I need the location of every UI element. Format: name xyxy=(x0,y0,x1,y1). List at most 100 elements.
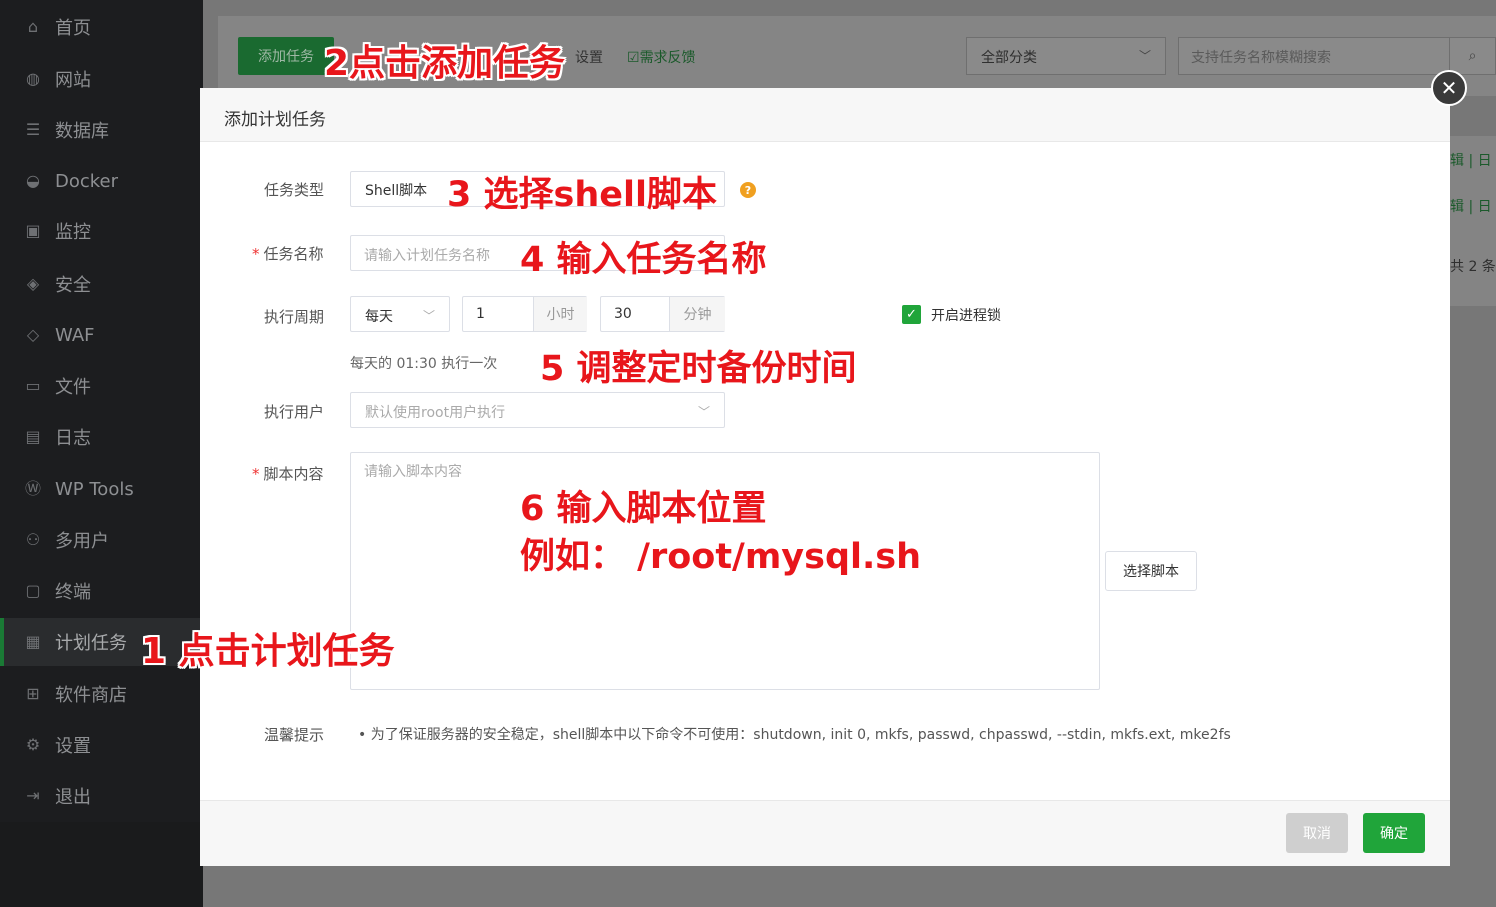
cycle-select[interactable]: 每天 ﹀ xyxy=(350,296,450,332)
annotation-step-6: 6 输入脚本位置 xyxy=(520,489,767,529)
log-icon: ▤ xyxy=(25,427,41,446)
chevron-down-icon: ﹀ xyxy=(697,405,710,419)
sidebar-item-website[interactable]: ◍ 网站 xyxy=(0,55,203,103)
annotation-step-4: 4 输入任务名称 xyxy=(520,240,767,280)
dialog-title: 添加计划任务 xyxy=(200,88,1450,142)
minute-input[interactable]: 30 分钟 xyxy=(600,296,725,332)
sidebar-footer xyxy=(0,822,203,907)
sidebar-item-security[interactable]: ◈ 安全 xyxy=(0,260,203,308)
sidebar-item-files[interactable]: ▭ 文件 xyxy=(0,362,203,410)
sidebar-item-label: WP Tools xyxy=(55,478,134,500)
cycle-select-value: 每天 xyxy=(365,309,393,325)
add-task-button[interactable]: 添加任务 xyxy=(238,37,334,75)
sidebar-item-label: 设置 xyxy=(55,736,91,757)
required-mark: * xyxy=(252,465,260,483)
sidebar-item-label: Docker xyxy=(55,170,119,192)
script-label: * 脚本内容 xyxy=(252,463,324,484)
globe-icon: ◍ xyxy=(26,69,40,88)
chevron-down-icon: ﹀ xyxy=(1138,49,1151,63)
required-mark: * xyxy=(252,245,260,263)
users-icon: ⚇ xyxy=(25,530,41,549)
sidebar-item-label: 计划任务 xyxy=(55,633,127,654)
task-type-label: 任务类型 xyxy=(264,181,325,199)
sidebar-item-waf[interactable]: ◇ WAF xyxy=(0,311,203,359)
sidebar-item-label: WAF xyxy=(55,324,95,346)
cycle-hint: 每天的 01:30 执行一次 xyxy=(350,356,498,372)
task-type-value: Shell脚本 xyxy=(365,183,428,199)
sidebar-item-database[interactable]: ☰ 数据库 xyxy=(0,106,203,154)
annotation-step-3: 3 选择shell脚本 xyxy=(447,175,718,215)
edit-link[interactable]: 辑 xyxy=(1450,199,1464,215)
process-lock-checkbox[interactable]: ✓ xyxy=(902,305,921,324)
script-label-text: 脚本内容 xyxy=(263,465,324,483)
sidebar-item-monitor[interactable]: ▣ 监控 xyxy=(0,207,203,255)
minute-suffix: 分钟 xyxy=(669,297,725,331)
hour-value: 1 xyxy=(476,306,485,322)
shield-icon: ◈ xyxy=(26,274,40,293)
sidebar-item-home[interactable]: ⌂ 首页 xyxy=(0,3,203,51)
task-name-label: * 任务名称 xyxy=(252,243,324,264)
hour-suffix: 小时 xyxy=(533,297,587,331)
settings-link[interactable]: 设置 xyxy=(575,47,603,67)
table-row: 辑 | 日 xyxy=(1450,199,1492,215)
user-select[interactable]: 默认使用root用户执行 ﹀ xyxy=(350,392,725,428)
wordpress-icon: Ⓦ xyxy=(24,479,41,498)
annotation-step-2: 2点击添加任务 xyxy=(324,43,566,84)
cancel-button[interactable]: 取消 xyxy=(1286,813,1348,853)
annotation-step-6-example: 例如： /root/mysql.sh xyxy=(520,537,922,577)
sidebar: ⌂ 首页 ◍ 网站 ☰ 数据库 ◒ Docker ▣ 监控 ◈ 安全 ◇ WAF ▭ 文件 ▤ 日… xyxy=(0,0,203,907)
process-lock-label: 开启进程锁 xyxy=(931,308,1001,324)
sidebar-item-terminal[interactable]: ▢ 终端 xyxy=(0,567,203,615)
choose-script-button[interactable]: 选择脚本 xyxy=(1105,551,1197,591)
pagination-total: 共 2 条 xyxy=(1450,259,1496,275)
home-icon: ⌂ xyxy=(27,17,39,36)
sidebar-item-docker[interactable]: ◒ Docker xyxy=(0,157,203,205)
search-icon[interactable]: ⌕ xyxy=(1449,38,1495,74)
apps-icon: ⊞ xyxy=(26,684,40,703)
cycle-label: 执行周期 xyxy=(264,308,325,326)
log-link[interactable]: 日 xyxy=(1478,199,1492,215)
sidebar-item-label: 退出 xyxy=(55,787,91,808)
category-select[interactable]: 全部分类 ﹀ xyxy=(966,37,1166,75)
sidebar-item-label: 数据库 xyxy=(55,121,109,142)
sidebar-item-label: 文件 xyxy=(55,377,91,398)
task-name-placeholder: 请输入计划任务名称 xyxy=(364,248,490,264)
tips-text: 为了保证服务器的安全稳定，shell脚本中以下命令不可使用：shutdown, … xyxy=(370,727,1231,743)
logout-icon: ⇥ xyxy=(26,786,40,805)
sidebar-item-label: 终端 xyxy=(55,582,91,603)
help-icon[interactable]: ? xyxy=(740,182,756,198)
user-label: 执行用户 xyxy=(264,403,325,421)
feedback-label: 需求反馈 xyxy=(639,50,696,66)
edit-link[interactable]: 辑 xyxy=(1450,153,1464,169)
database-icon: ☰ xyxy=(25,120,41,139)
sidebar-item-label: 多用户 xyxy=(55,531,109,552)
sidebar-item-logs[interactable]: ▤ 日志 xyxy=(0,413,203,461)
search-placeholder: 支持任务名称模糊搜索 xyxy=(1191,50,1331,66)
sidebar-item-logout[interactable]: ⇥ 退出 xyxy=(0,772,203,820)
feedback-link[interactable]: ☑需求反馈 xyxy=(627,47,696,67)
sidebar-item-label: 首页 xyxy=(55,18,91,39)
sidebar-item-label: 安全 xyxy=(55,275,91,296)
gear-icon: ⚙ xyxy=(25,735,41,754)
docker-icon: ◒ xyxy=(26,171,40,190)
sidebar-item-app-store[interactable]: ⊞ 软件商店 xyxy=(0,670,203,718)
annotation-step-5: 5 调整定时备份时间 xyxy=(540,349,857,389)
script-placeholder: 请输入脚本内容 xyxy=(364,464,462,480)
calendar-icon: ▦ xyxy=(25,632,41,651)
folder-icon: ▭ xyxy=(25,376,41,395)
sidebar-item-label: 网站 xyxy=(55,70,91,91)
hour-input[interactable]: 1 小时 xyxy=(462,296,587,332)
sidebar-item-settings[interactable]: ⚙ 设置 xyxy=(0,721,203,769)
sidebar-item-label: 软件商店 xyxy=(55,685,127,706)
user-placeholder: 默认使用root用户执行 xyxy=(365,405,506,421)
annotation-step-1: 1 点击计划任务 xyxy=(141,631,395,672)
task-name-label-text: 任务名称 xyxy=(263,245,324,263)
close-icon[interactable]: ✕ xyxy=(1431,70,1467,106)
sidebar-item-wp-tools[interactable]: Ⓦ WP Tools xyxy=(0,465,203,513)
confirm-button[interactable]: 确定 xyxy=(1363,813,1425,853)
tips-label: 温馨提示 xyxy=(264,726,325,744)
category-select-value: 全部分类 xyxy=(981,50,1037,66)
dialog-footer xyxy=(200,800,1450,866)
log-link[interactable]: 日 xyxy=(1478,153,1492,169)
sidebar-item-multi-user[interactable]: ⚇ 多用户 xyxy=(0,516,203,564)
